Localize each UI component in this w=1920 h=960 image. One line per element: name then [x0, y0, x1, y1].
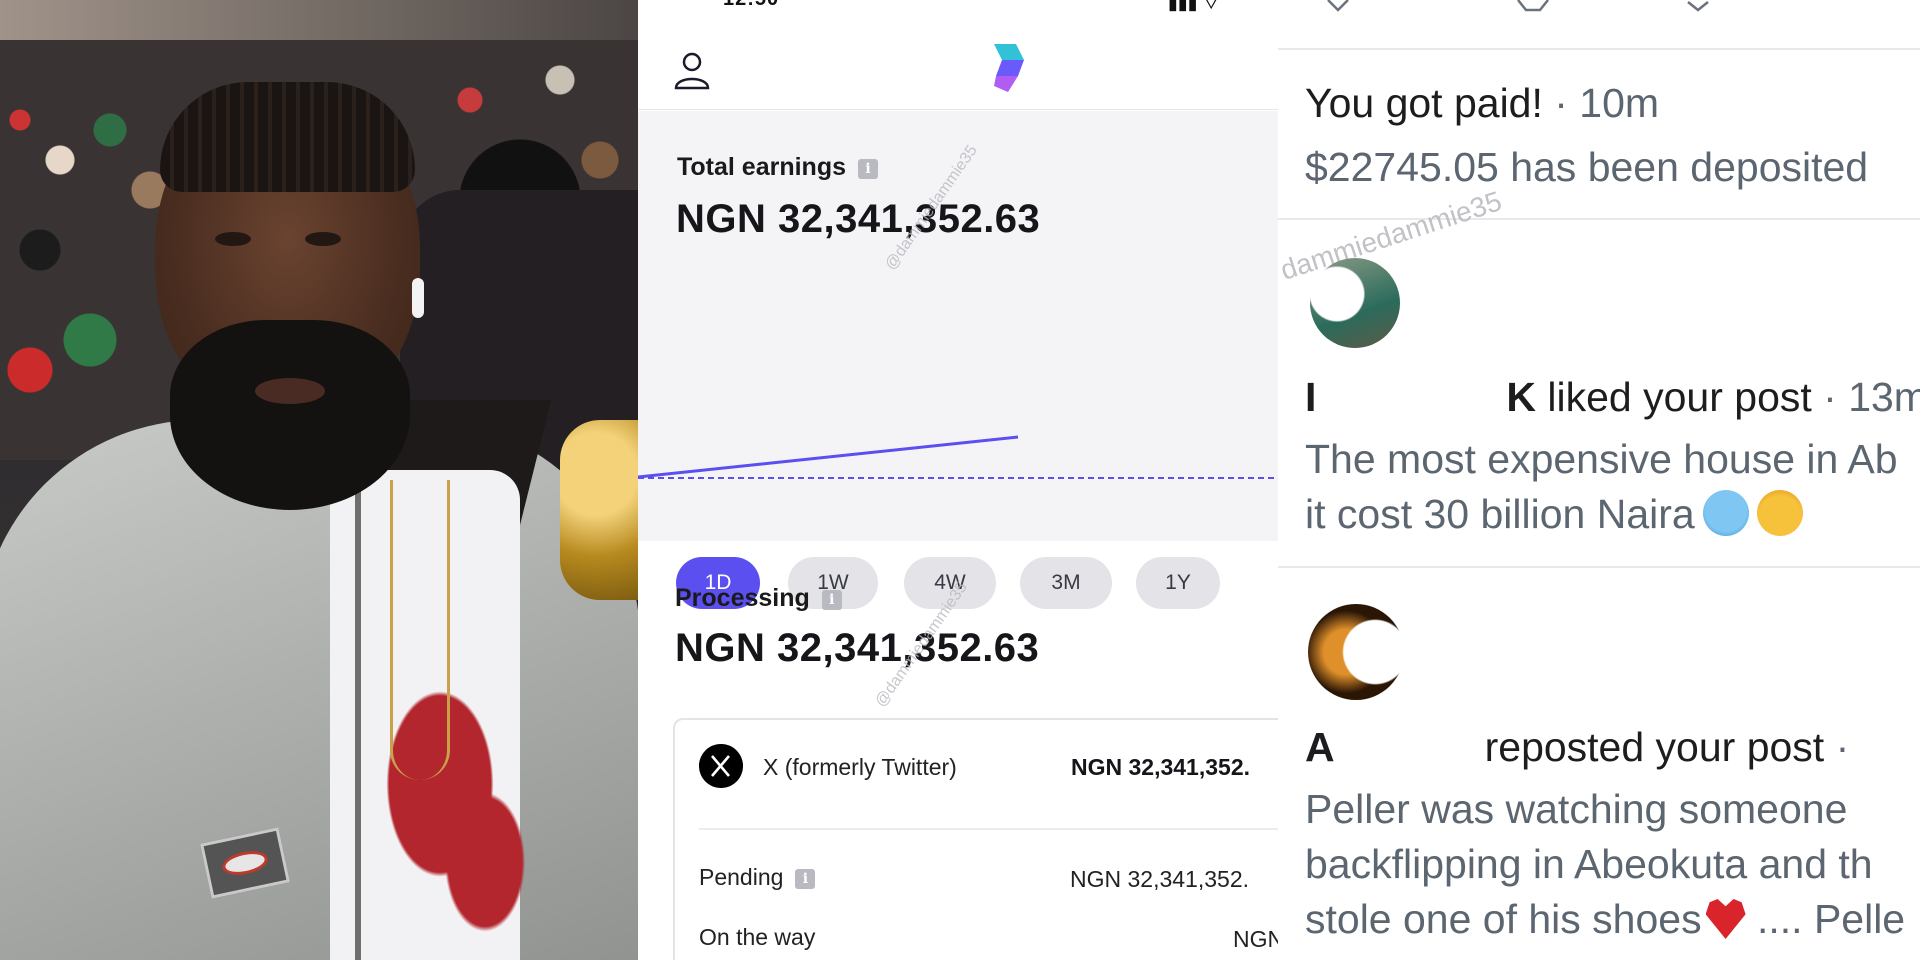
divider [1278, 566, 1920, 568]
pending-label: Pending i [699, 864, 816, 891]
total-earnings-value: NGN 32,341,352.63 [676, 197, 1041, 241]
pending-value: NGN 32,341,352. [1070, 866, 1250, 892]
mouth [255, 378, 325, 404]
x-logo-icon [699, 744, 743, 788]
earbud [412, 278, 424, 318]
info-icon[interactable]: i [821, 590, 842, 610]
status-bar: 12:50 ▮▮▮ ⌔ [638, 0, 1278, 13]
range-3m[interactable]: 3M [1020, 557, 1112, 609]
right-eye [305, 232, 341, 246]
mind-blown-emoji-icon [1756, 490, 1803, 536]
app-header: 12:50 ▮▮▮ ⌔ [638, 0, 1278, 110]
watermark: dammiedammie35 [1278, 185, 1506, 286]
broken-heart-emoji-icon [1705, 899, 1746, 939]
braided-hair [160, 82, 415, 192]
notification-body: Peller was watching someone backflipping… [1305, 786, 1906, 942]
platform-amount: NGN 32,341,352. [1071, 754, 1251, 780]
divider [699, 828, 1278, 830]
avatar[interactable] [1310, 258, 1400, 348]
signal-icon: ▮▮▮ ⌔ [1168, 0, 1220, 13]
platform-name: X (formerly Twitter) [763, 754, 957, 780]
notification-title: IK liked your post · 13m [1305, 374, 1920, 420]
earnings-screen: 12:50 ▮▮▮ ⌔ Total earningsi NGN 32,341,3… [638, 0, 1278, 960]
jacket-zipper [355, 480, 361, 960]
processing-label: Processing i [675, 584, 842, 613]
left-eye [215, 232, 251, 246]
total-earnings-label: Total earnings i [677, 153, 879, 182]
on-the-way-label: On the way [699, 924, 816, 950]
app-logo-icon [994, 44, 1024, 92]
gold-chain [390, 480, 450, 780]
selfie-photo [0, 0, 638, 960]
range-1y[interactable]: 1Y [1136, 557, 1220, 609]
notifications-screen: You got paid! · 10m $22745.05 has been d… [1278, 0, 1920, 960]
status-time: 12:50 [723, 0, 779, 11]
gold-trophy [560, 420, 638, 600]
divider [1278, 218, 1920, 220]
on-the-way-value: NGN 0. [1233, 926, 1278, 952]
info-icon[interactable]: i [795, 869, 816, 889]
platform-card[interactable]: X (formerly Twitter) NGN 32,341,352. Pen… [673, 718, 1278, 960]
divider [1278, 48, 1920, 50]
beard [170, 320, 410, 510]
avatar[interactable] [1308, 604, 1404, 700]
notification-body: $22745.05 has been deposited [1305, 144, 1869, 190]
earnings-chart [638, 435, 1278, 479]
processing-value: NGN 32,341,352.63 [675, 626, 1040, 670]
cold-face-emoji-icon [1702, 490, 1749, 536]
action-icons [1327, 0, 1709, 12]
profile-icon[interactable] [672, 50, 712, 90]
notification-title: Areposted your post · [1305, 724, 1850, 770]
earnings-summary: Total earnings i NGN 32,341,352.63 @dammi… [638, 111, 1278, 609]
earnings-line [638, 435, 1019, 479]
info-icon[interactable]: i [858, 159, 879, 179]
notification-title: You got paid! · 10m [1305, 80, 1660, 126]
notification-body: The most expensive house in Ab it cost 3… [1305, 436, 1898, 537]
